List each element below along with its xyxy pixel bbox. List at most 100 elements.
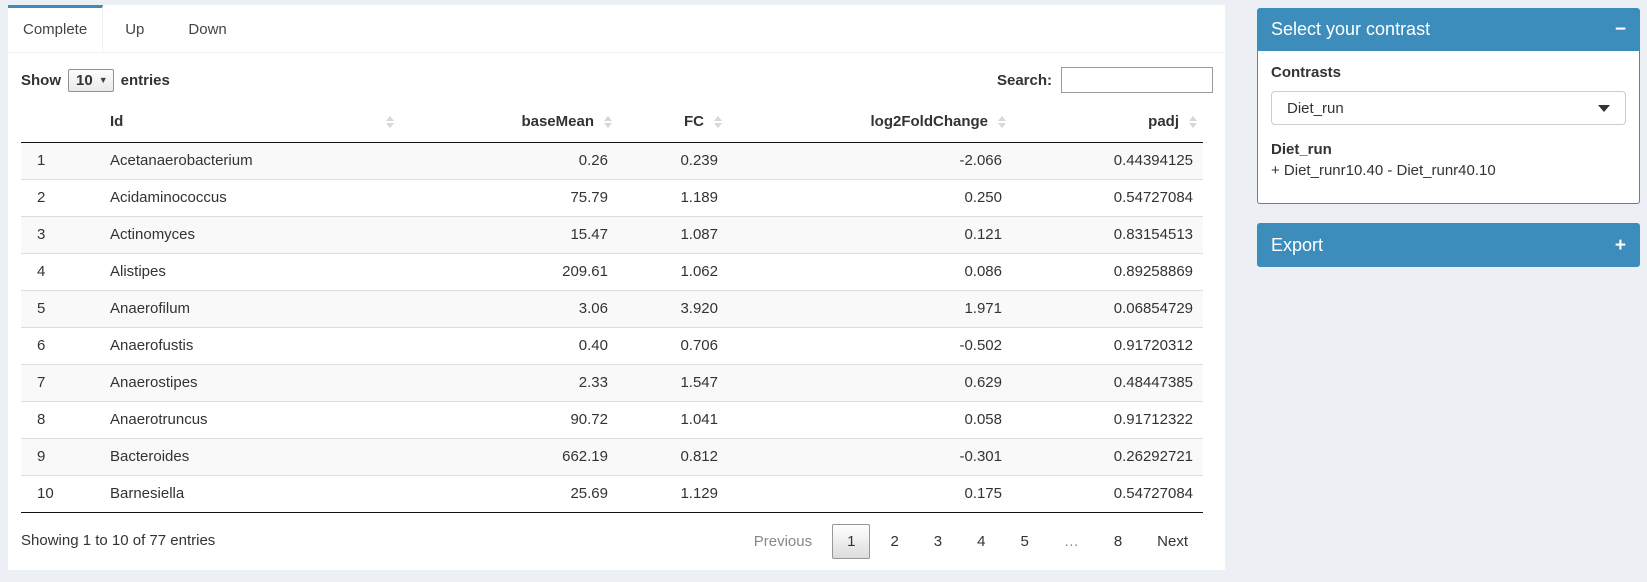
table-row[interactable]: 6Anaerofustis0.400.706-0.5020.91720312 [21,328,1203,365]
page-length-control: Show 10 ▼ entries [21,69,170,92]
cell-padj: 0.83154513 [1012,217,1203,254]
cell-fc: 1.087 [618,217,728,254]
sort-icon [386,116,394,128]
column-header-id[interactable]: Id [100,101,400,143]
cell-id: Alistipes [100,254,400,291]
collapse-icon[interactable]: − [1615,20,1626,39]
pagination-page-1[interactable]: 1 [832,524,870,559]
cell-log2fc: 0.058 [728,402,1012,439]
cell-log2fc: 0.121 [728,217,1012,254]
export-box-title: Export [1271,235,1323,256]
cell-id: Actinomyces [100,217,400,254]
results-table: Id baseMean FC log2FoldChange [21,101,1203,513]
contrast-box-title: Select your contrast [1271,19,1430,40]
cell-fc: 1.189 [618,180,728,217]
contrast-name: Diet_run [1271,141,1626,158]
select-caret-icon: ▼ [99,75,108,85]
search-label: Search: [997,72,1052,89]
pagination-page-5[interactable]: 5 [1005,524,1043,559]
column-header-padj[interactable]: padj [1012,101,1203,143]
column-header-rownum [21,101,100,143]
cell-fc: 0.239 [618,143,728,180]
cell-basemean: 75.79 [400,180,618,217]
cell-padj: 0.54727084 [1012,476,1203,513]
table-row[interactable]: 2Acidaminococcus75.791.1890.2500.5472708… [21,180,1203,217]
tab-up[interactable]: Up [103,5,166,52]
cell-basemean: 0.40 [400,328,618,365]
pagination-pages: 12345…8 [827,524,1137,559]
cell-basemean: 0.26 [400,143,618,180]
cell-id: Acetanaerobacterium [100,143,400,180]
table-row[interactable]: 10Barnesiella25.691.1290.1750.54727084 [21,476,1203,513]
cell-padj: 0.91712322 [1012,402,1203,439]
table-row[interactable]: 4Alistipes209.611.0620.0860.89258869 [21,254,1203,291]
contrast-select-value: Diet_run [1287,100,1344,117]
contrasts-label: Contrasts [1271,64,1626,81]
pagination-page-4[interactable]: 4 [962,524,1000,559]
cell-rownum: 6 [21,328,100,365]
tab-down[interactable]: Down [166,5,248,52]
contrast-formula: + Diet_runr10.40 - Diet_runr40.10 [1271,161,1626,181]
cell-padj: 0.91720312 [1012,328,1203,365]
cell-fc: 0.706 [618,328,728,365]
tab-content: Show 10 ▼ entries Search: [8,53,1225,559]
table-row[interactable]: 8Anaerotruncus90.721.0410.0580.91712322 [21,402,1203,439]
cell-basemean: 90.72 [400,402,618,439]
table-body: 1Acetanaerobacterium0.260.239-2.0660.443… [21,143,1203,513]
pagination-page-3[interactable]: 3 [919,524,957,559]
pagination-next[interactable]: Next [1142,524,1203,559]
sort-icon [1189,116,1197,128]
pagination-page-8[interactable]: 8 [1099,524,1137,559]
cell-log2fc: -2.066 [728,143,1012,180]
cell-rownum: 7 [21,365,100,402]
cell-log2fc: -0.301 [728,439,1012,476]
column-header-fc[interactable]: FC [618,101,728,143]
cell-rownum: 4 [21,254,100,291]
column-header-basemean[interactable]: baseMean [400,101,618,143]
cell-padj: 0.44394125 [1012,143,1203,180]
cell-log2fc: -0.502 [728,328,1012,365]
cell-fc: 1.041 [618,402,728,439]
show-label: Show [21,72,61,89]
table-row[interactable]: 5Anaerofilum3.063.9201.9710.06854729 [21,291,1203,328]
cell-rownum: 5 [21,291,100,328]
cell-rownum: 10 [21,476,100,513]
table-row[interactable]: 1Acetanaerobacterium0.260.239-2.0660.443… [21,143,1203,180]
pagination-ellipsis: … [1049,524,1094,559]
pagination: Previous 12345…8 Next [734,524,1203,559]
search-input[interactable] [1061,67,1213,93]
cell-rownum: 8 [21,402,100,439]
cell-rownum: 3 [21,217,100,254]
contrast-select[interactable]: Diet_run [1271,91,1626,125]
cell-fc: 1.547 [618,365,728,402]
pagination-page-2[interactable]: 2 [875,524,913,559]
table-header-row: Id baseMean FC log2FoldChange [21,101,1203,143]
cell-fc: 1.062 [618,254,728,291]
expand-icon[interactable]: + [1615,236,1626,255]
cell-id: Anaerofustis [100,328,400,365]
sort-icon [604,116,612,128]
cell-id: Barnesiella [100,476,400,513]
cell-basemean: 662.19 [400,439,618,476]
table-row[interactable]: 7Anaerostipes2.331.5470.6290.48447385 [21,365,1203,402]
cell-fc: 0.812 [618,439,728,476]
cell-fc: 1.129 [618,476,728,513]
cell-log2fc: 0.629 [728,365,1012,402]
cell-padj: 0.48447385 [1012,365,1203,402]
chevron-down-icon [1598,105,1610,112]
page-length-select[interactable]: 10 ▼ [68,69,114,92]
cell-basemean: 209.61 [400,254,618,291]
cell-id: Acidaminococcus [100,180,400,217]
cell-id: Bacteroides [100,439,400,476]
cell-padj: 0.54727084 [1012,180,1203,217]
table-row[interactable]: 9Bacteroides662.190.812-0.3010.26292721 [21,439,1203,476]
cell-basemean: 2.33 [400,365,618,402]
sort-icon [714,116,722,128]
table-row[interactable]: 3Actinomyces15.471.0870.1210.83154513 [21,217,1203,254]
tab-bar: Complete Up Down [8,5,1225,53]
entries-label: entries [121,72,170,89]
cell-padj: 0.06854729 [1012,291,1203,328]
pagination-previous[interactable]: Previous [739,524,827,559]
column-header-log2foldchange[interactable]: log2FoldChange [728,101,1012,143]
tab-complete[interactable]: Complete [8,5,103,52]
